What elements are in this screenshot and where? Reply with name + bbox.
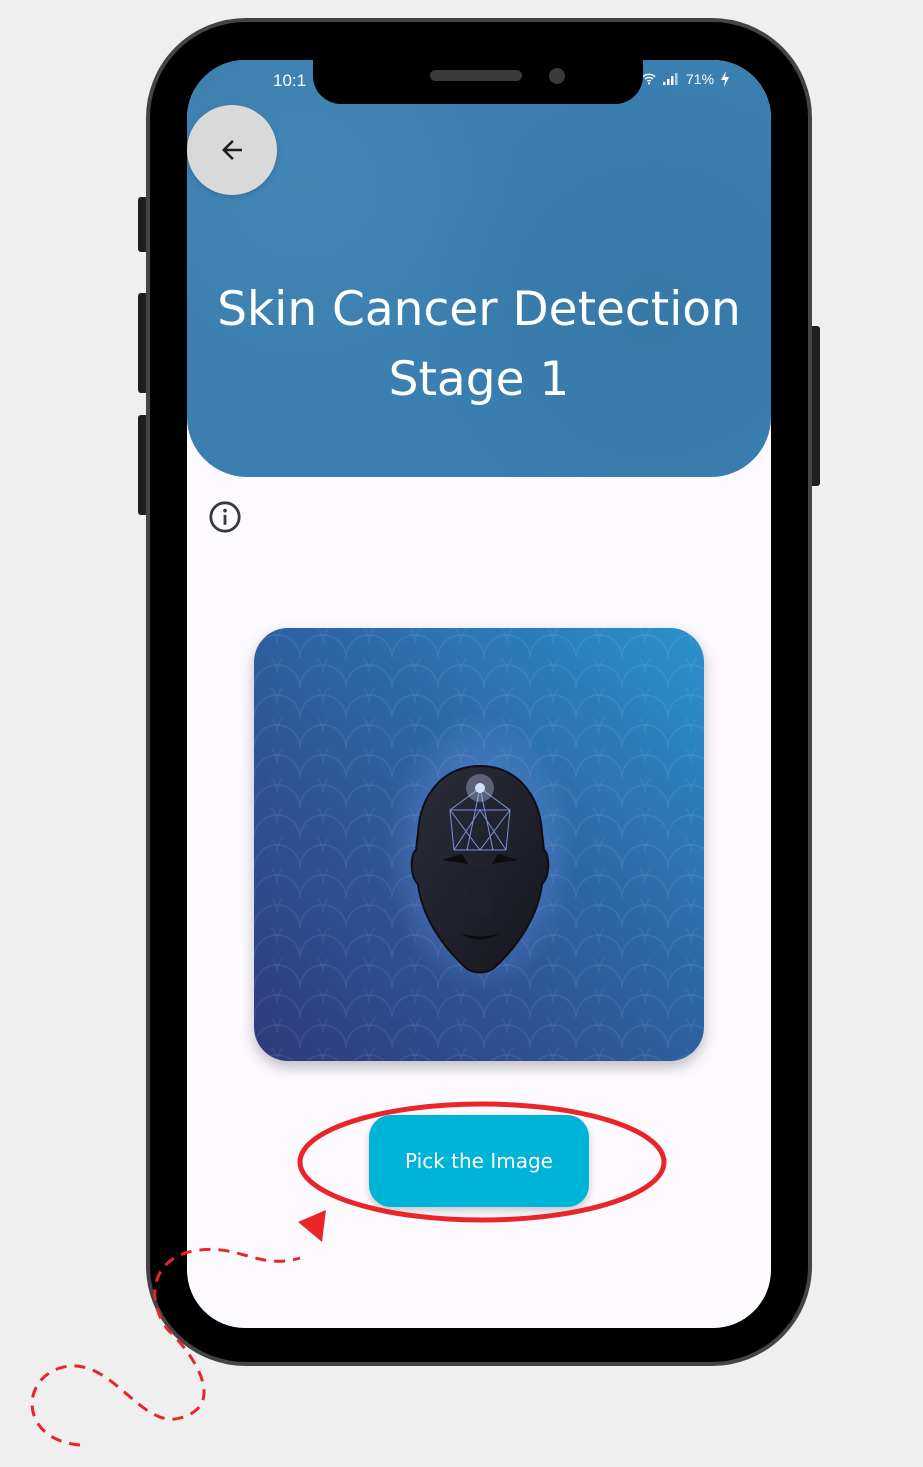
annotation-overlay — [30, 1101, 667, 1447]
highlight-ellipse — [297, 1101, 667, 1223]
arrow-head-icon — [298, 1210, 326, 1242]
dashed-arrow-path — [30, 1247, 301, 1447]
